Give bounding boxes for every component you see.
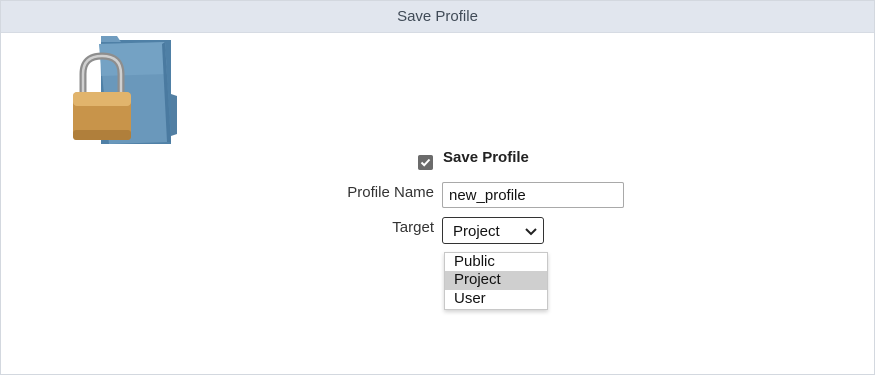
target-label: Target bbox=[392, 219, 434, 236]
target-dropdown-list: Public Project User bbox=[444, 252, 548, 310]
chevron-down-icon bbox=[525, 228, 537, 236]
dialog-title: Save Profile bbox=[1, 1, 874, 33]
target-select[interactable]: Project bbox=[442, 217, 544, 244]
save-profile-label: Save Profile bbox=[443, 149, 529, 166]
save-profile-dialog: Save Profile Save Profile Profile Name n… bbox=[0, 0, 875, 375]
option-project[interactable]: Project bbox=[445, 271, 547, 290]
profile-name-input[interactable] bbox=[442, 182, 624, 208]
checkmark-icon bbox=[420, 158, 431, 167]
option-public[interactable]: Public bbox=[445, 253, 547, 272]
locked-folder-icon bbox=[71, 34, 181, 146]
target-select-value: Project bbox=[453, 223, 500, 240]
option-user[interactable]: User bbox=[445, 290, 547, 309]
profile-name-label: Profile Name bbox=[347, 184, 434, 201]
save-profile-checkbox[interactable] bbox=[418, 155, 433, 170]
